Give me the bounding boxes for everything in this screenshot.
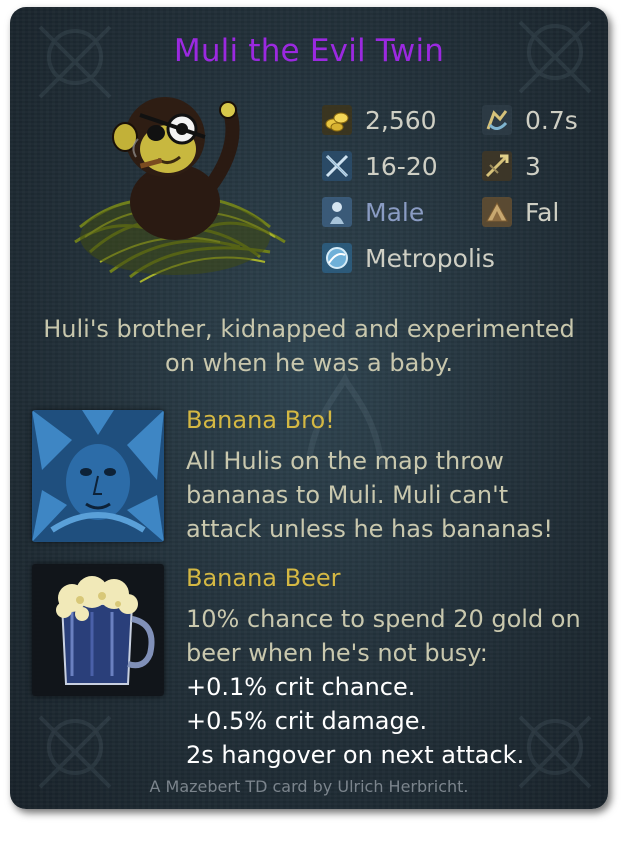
stat-cost: 2,560 [322, 103, 437, 137]
tower-card: Muli the Evil Twin 2,560 0.7s 16-20 3 Ma… [10, 7, 608, 809]
origin-icon [322, 243, 352, 273]
blue-face-in-leaves-icon [32, 410, 164, 542]
crossed-swords-icon [322, 151, 352, 181]
stat-gender: Male [322, 195, 424, 229]
ability-2-title: Banana Beer [186, 564, 341, 592]
ability-1-text: All Hulis on the map throw bananas to Mu… [186, 447, 554, 543]
beer-mug-icon [32, 564, 164, 696]
range-icon [482, 151, 512, 181]
card-title: Muli the Evil Twin [173, 33, 445, 69]
damage-value: 16-20 [365, 151, 438, 181]
family-icon [482, 197, 512, 227]
stat-family: Fal [482, 195, 559, 229]
gender-icon [322, 197, 352, 227]
attack-speed-icon [482, 105, 512, 135]
ability-2-bonus-hangover: 2s hangover on next attack. [186, 741, 525, 769]
card-credit: A Mazebert TD card by Ulrich Herbricht. [149, 777, 469, 796]
card-description: Huli's brother, kidnapped and experiment… [43, 315, 575, 377]
gold-coins-icon [322, 105, 352, 135]
ability-1-title: Banana Bro! [186, 406, 335, 434]
stat-attack-speed: 0.7s [482, 103, 578, 137]
ability-2-description: 10% chance to spend 20 gold on beer when… [186, 605, 581, 667]
origin-value: Metropolis [365, 243, 495, 273]
attack-speed-value: 0.7s [525, 105, 578, 135]
cost-value: 2,560 [365, 105, 437, 135]
ability-2-text: 10% chance to spend 20 gold on beer when… [186, 602, 586, 772]
gender-value: Male [365, 197, 425, 227]
stat-range: 3 [482, 149, 541, 183]
ability-2-bonus-crit-chance: +0.1% crit chance. [186, 673, 416, 701]
stat-origin: Metropolis [322, 241, 495, 275]
range-value: 3 [525, 151, 541, 181]
stat-damage: 16-20 [322, 149, 438, 183]
ability-2-bonus-crit-damage: +0.5% crit damage. [186, 707, 428, 735]
muli-portrait [74, 97, 286, 283]
family-value: Fal [525, 197, 560, 227]
